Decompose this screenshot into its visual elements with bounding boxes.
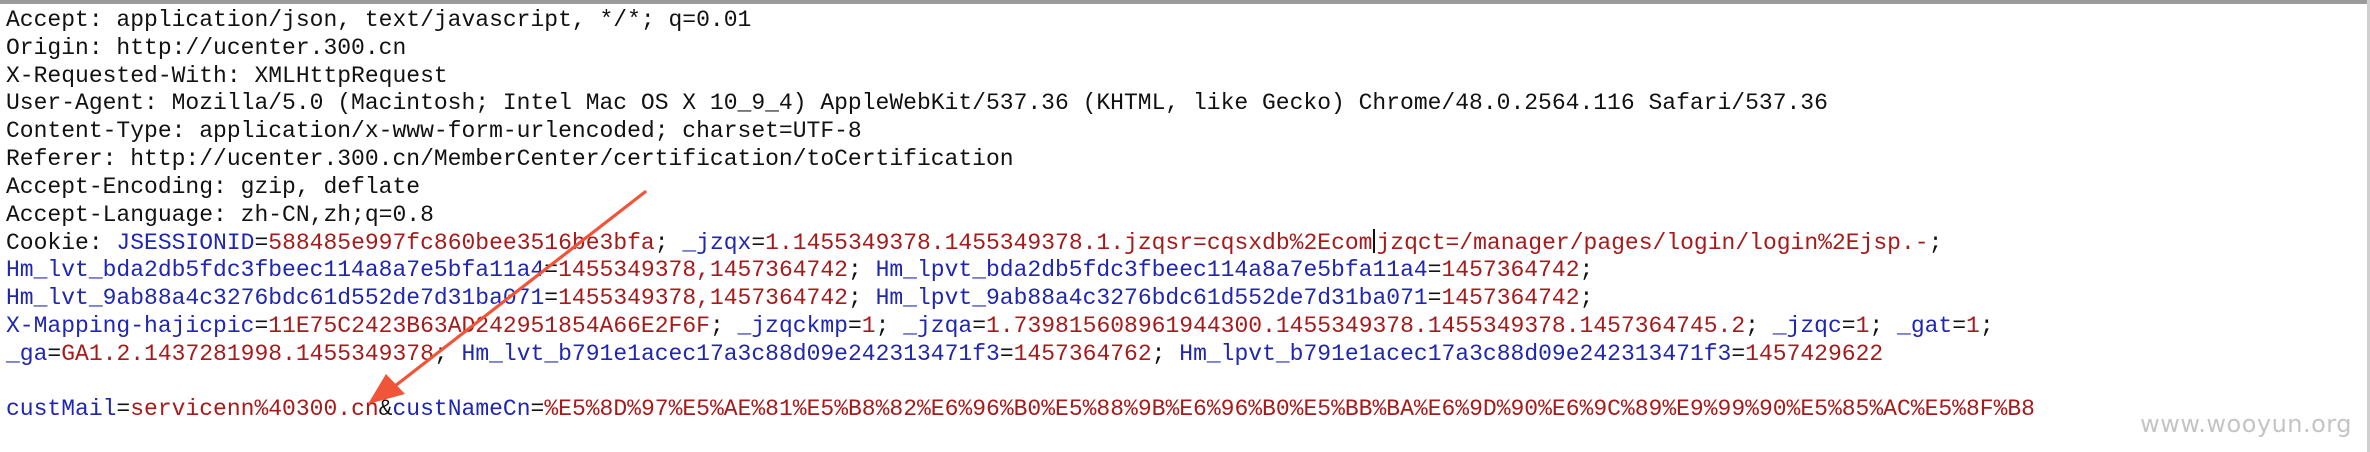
watermark: www.wooyun.org: [2140, 410, 2352, 438]
arrow-shape: [368, 190, 647, 404]
annotation-arrow-icon: [368, 190, 647, 404]
